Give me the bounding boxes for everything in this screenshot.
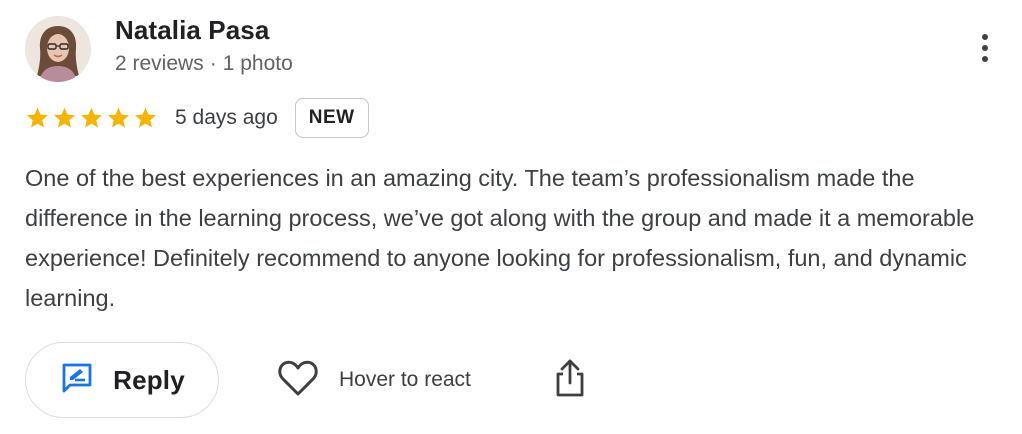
share-button[interactable] <box>550 358 590 402</box>
react-label: Hover to react <box>339 368 471 391</box>
photo-count: 1 photo <box>222 52 293 75</box>
avatar[interactable] <box>25 16 91 82</box>
review-date: 5 days ago <box>175 106 278 129</box>
more-vert-icon-dot <box>982 45 988 51</box>
avatar-photo <box>25 16 91 82</box>
star-icon <box>52 106 77 130</box>
star-icon <box>133 106 158 130</box>
author-meta: 2 reviews · 1 photo <box>115 52 293 76</box>
share-icon <box>554 358 586 403</box>
star-rating <box>25 106 158 130</box>
rating-row: 5 days ago NEW <box>25 96 369 140</box>
heart-outline-icon <box>277 359 319 402</box>
review-card: Natalia Pasa 2 reviews · 1 photo 5 days ag… <box>0 0 1022 434</box>
react-button[interactable]: Hover to react <box>277 357 471 403</box>
more-vert-icon-dot <box>982 56 988 62</box>
more-vert-icon <box>982 34 988 40</box>
review-count: 2 reviews <box>115 52 204 75</box>
star-icon <box>106 106 131 130</box>
reply-edit-icon <box>59 360 95 401</box>
star-icon <box>79 106 104 130</box>
more-options-button[interactable] <box>968 28 1002 68</box>
star-icon <box>25 106 50 130</box>
reply-label: Reply <box>113 364 185 395</box>
reply-button[interactable]: Reply <box>25 342 219 418</box>
author-name[interactable]: Natalia Pasa <box>115 15 269 46</box>
review-text: One of the best experiences in an amazin… <box>25 165 975 311</box>
meta-separator: · <box>209 52 217 75</box>
new-badge: NEW <box>294 98 369 138</box>
